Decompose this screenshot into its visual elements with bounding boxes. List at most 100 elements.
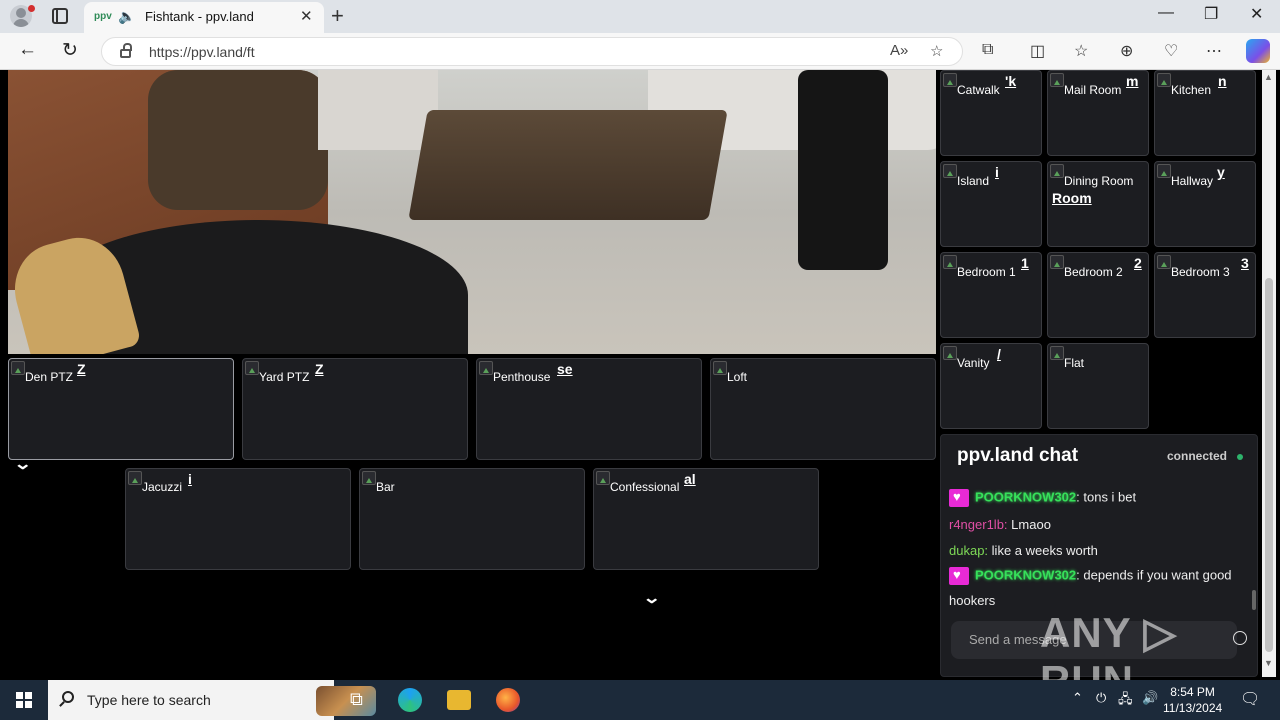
broken-image-icon [1050,164,1064,178]
extensions-icon[interactable]: ⧉ [982,41,993,59]
camera-ghost-text: i [188,471,192,487]
chevron-down-icon[interactable]: ⌄ [642,588,661,608]
camera-tile-dining-room[interactable]: Dining Room Room [1047,161,1149,247]
camera-label: Hallway [1171,174,1214,188]
camera-tile-island[interactable]: i Island [940,161,1042,247]
task-view-icon[interactable]: ⧉ [350,689,374,713]
camera-tile-catwalk[interactable]: 'k Catwalk [940,70,1042,156]
page-scrollbar[interactable]: ▲ ▼ [1262,70,1276,677]
camera-tile-jacuzzi[interactable]: i Jacuzzi [125,468,351,570]
camera-ghost-text: Room [1052,190,1092,206]
camera-tile-kitchen[interactable]: n Kitchen [1154,70,1256,156]
usb-device-icon[interactable]: ⏻ [1096,690,1106,706]
notification-center-icon[interactable]: 🗨 [1240,689,1260,709]
browser-tab[interactable]: ppv 🔈 Fishtank - ppv.land ✕ [84,2,324,33]
url-text[interactable]: https://ppv.land/ft [149,44,255,60]
video-scene-person [148,70,328,210]
taskbar-search-box[interactable]: Type here to search [48,680,376,720]
volume-icon[interactable]: 🔊 [1142,690,1158,706]
camera-tile-bar[interactable]: Bar [359,468,585,570]
broken-image-icon [1157,73,1171,87]
close-tab-icon[interactable]: ✕ [300,7,313,25]
video-scene-standing-person [798,70,888,270]
camera-tile-vanity[interactable]: / Vanity [940,343,1042,429]
scroll-up-icon[interactable]: ▲ [1264,72,1273,82]
tray-overflow-icon[interactable]: ⌃ [1072,690,1083,706]
camera-label: Yard PTZ [259,370,310,384]
chat-text: tons i bet [1083,489,1137,505]
minimize-icon[interactable]: — [1158,4,1174,22]
camera-tile-bedroom-1[interactable]: 1 Bedroom 1 [940,252,1042,338]
chat-scrollbar[interactable] [1252,590,1256,610]
broken-image-icon [1157,255,1171,269]
new-tab-button[interactable]: + [331,3,344,29]
camera-tile-bedroom-2[interactable]: 2 Bedroom 2 [1047,252,1149,338]
broken-image-icon [1050,346,1064,360]
system-clock[interactable]: 8:54 PM 11/13/2024 [1163,684,1222,716]
broken-image-icon [1050,73,1064,87]
camera-tile-hallway[interactable]: y Hallway [1154,161,1256,247]
address-bar[interactable]: https://ppv.land/ft A» ☆ [101,37,963,66]
edge-browser-icon[interactable] [398,688,422,712]
split-screen-icon[interactable]: ◫ [1030,41,1045,61]
maximize-icon[interactable]: ❐ [1204,4,1218,24]
collections-icon[interactable]: ⊕ [1120,41,1133,61]
camera-ghost-text: 1 [1021,255,1029,271]
camera-ghost-text: 'k [1005,73,1017,89]
broken-image-icon [11,361,25,375]
broken-image-icon [943,255,957,269]
camera-label: Flat [1064,356,1085,370]
more-menu-icon[interactable]: ⋯ [1206,41,1222,61]
camera-tile-den-ptz[interactable]: Z Den PTZ [8,358,234,460]
camera-label: Vanity [957,356,990,370]
lock-icon[interactable] [120,43,132,58]
live-video-player[interactable] [8,70,936,354]
browser-essentials-icon[interactable]: ♡ [1164,41,1178,61]
camera-ghost-text: m [1126,73,1139,89]
favorites-icon[interactable]: ☆ [1074,41,1088,61]
firefox-icon[interactable] [496,688,520,712]
search-icon [62,691,74,703]
camera-tile-bedroom-3[interactable]: 3 Bedroom 3 [1154,252,1256,338]
copilot-icon[interactable] [1246,39,1270,63]
scrollbar-thumb[interactable] [1265,278,1273,652]
camera-ghost-text: 2 [1134,255,1142,271]
camera-label: Dining Room [1064,174,1134,188]
camera-tile-penthouse[interactable]: se Penthouse [476,358,702,460]
chevron-down-icon[interactable]: ⌄ [13,454,32,474]
read-aloud-icon[interactable]: A» [890,42,908,59]
chat-text: depends if you want good [1083,567,1232,583]
broken-image-icon [1157,164,1171,178]
file-explorer-icon[interactable] [447,690,471,710]
chat-username[interactable]: POORKNOW302 [975,489,1076,504]
video-scene-table [408,110,728,220]
camera-label: Den PTZ [25,370,74,384]
audio-playing-icon[interactable]: 🔈 [118,8,135,25]
site-favicon-icon: ppv [94,11,112,22]
broken-image-icon [713,361,727,375]
close-window-icon[interactable]: ✕ [1250,4,1263,24]
chat-username[interactable]: dukap: [949,543,988,558]
windows-start-icon[interactable] [16,692,32,708]
network-icon[interactable]: 🖧 [1118,690,1133,712]
camera-tile-yard-ptz[interactable]: Z Yard PTZ [242,358,468,460]
favorite-star-icon[interactable]: ☆ [930,42,943,60]
notification-dot-icon [28,5,35,12]
page-content: Z Den PTZ Z Yard PTZ se Penthouse Loft ⌄… [4,70,1276,677]
camera-tile-mail-room[interactable]: m Mail Room [1047,70,1149,156]
tab-title: Fishtank - ppv.land [145,9,254,24]
camera-ghost-text: i [995,164,999,180]
address-toolbar: ← ↻ https://ppv.land/ft A» ☆ ⧉ ◫ ☆ ⊕ ♡ ⋯ [0,33,1280,70]
camera-tile-loft[interactable]: Loft [710,358,936,460]
scroll-down-icon[interactable]: ▼ [1264,658,1273,668]
chat-username[interactable]: POORKNOW302 [975,567,1076,582]
camera-ghost-text: y [1217,164,1225,180]
refresh-icon[interactable]: ↻ [62,39,78,62]
subscriber-badge-icon [949,489,969,507]
back-arrow-icon[interactable]: ← [18,39,37,61]
camera-label: Kitchen [1171,83,1212,97]
camera-tile-confessional[interactable]: al Confessional [593,468,819,570]
tab-actions-icon[interactable] [52,8,68,24]
chat-username[interactable]: r4nger1lb: [949,517,1008,532]
camera-tile-flat[interactable]: Flat [1047,343,1149,429]
